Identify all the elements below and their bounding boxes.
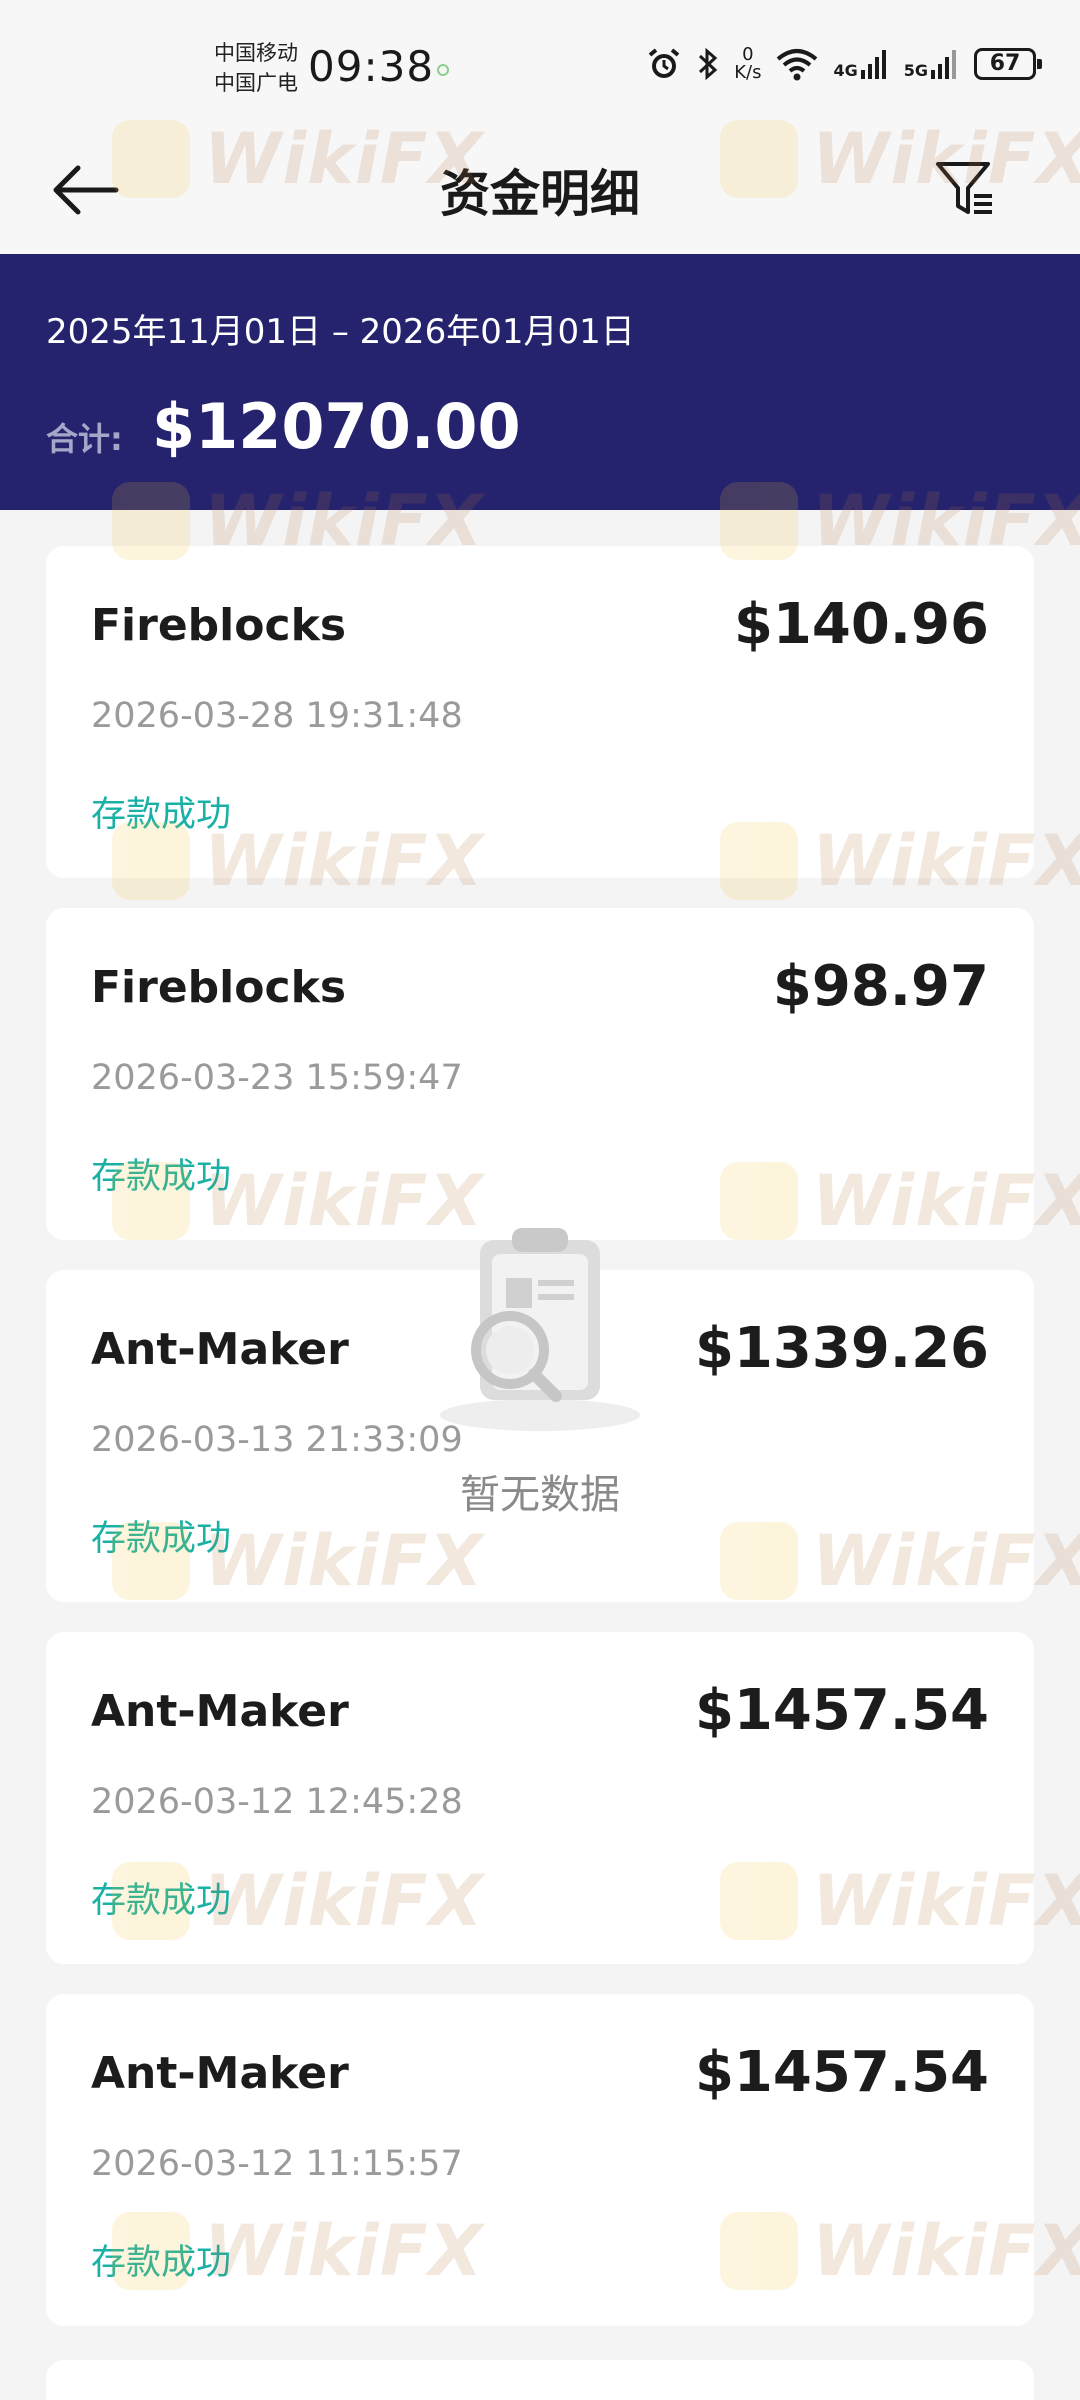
transaction-card-partial[interactable] xyxy=(46,2360,1034,2400)
merchant-name: Fireblocks xyxy=(91,962,347,1013)
page-title: 资金明细 xyxy=(440,165,640,223)
transaction-datetime: 2026-03-12 12:45:28 xyxy=(91,1782,463,1822)
app-header: 资金明细 xyxy=(0,128,1080,254)
transaction-card[interactable]: Fireblocks $98.97 2026-03-23 15:59:47 存款… xyxy=(46,908,1034,1240)
transaction-datetime: 2026-03-12 11:15:57 xyxy=(91,2144,463,2184)
signal-4g-label: 4G xyxy=(833,61,858,80)
merchant-name: Ant-Maker xyxy=(91,1686,349,1737)
transaction-datetime: 2026-03-28 19:31:48 xyxy=(91,696,463,736)
transaction-status: 存款成功 xyxy=(91,2243,232,2283)
status-bar: 中国移动 中国广电 09:38 0 K/s 4G 5G 67 xyxy=(0,0,1080,128)
net-speed: 0 K/s xyxy=(734,46,761,82)
signal-5g-label: 5G xyxy=(903,61,928,80)
empty-state-text: 暂无数据 xyxy=(460,1472,620,1518)
transaction-amount: $1457.54 xyxy=(694,1678,989,1743)
transaction-list: Fireblocks $140.96 2026-03-28 19:31:48 存… xyxy=(46,546,1034,2356)
net-speed-unit: K/s xyxy=(734,62,762,83)
signal-icon xyxy=(931,50,956,79)
transaction-status: 存款成功 xyxy=(91,795,232,835)
transaction-card[interactable]: Fireblocks $140.96 2026-03-28 19:31:48 存… xyxy=(46,546,1034,878)
carrier-1: 中国移动 xyxy=(214,41,298,65)
transaction-card[interactable]: Ant-Maker $1339.26 2026-03-13 21:33:09 存… xyxy=(46,1270,1034,1602)
total-label: 合计: xyxy=(46,420,123,458)
transaction-status: 存款成功 xyxy=(91,1157,232,1197)
transaction-amount: $1457.54 xyxy=(694,2040,989,2105)
merchant-name: Fireblocks xyxy=(91,600,347,651)
indicator-dot-icon xyxy=(437,64,449,76)
carrier-names: 中国移动 中国广电 xyxy=(214,38,298,98)
signal-5g: 5G xyxy=(904,48,960,80)
transaction-datetime: 2026-03-23 15:59:47 xyxy=(91,1058,463,1098)
transaction-status: 存款成功 xyxy=(91,1881,232,1921)
transaction-status: 存款成功 xyxy=(91,1519,232,1559)
battery-icon: 67 xyxy=(974,48,1042,80)
signal-icon xyxy=(860,50,886,79)
date-range[interactable]: 2025年11月01日 – 2026年01月01日 xyxy=(46,304,635,353)
transaction-card[interactable]: Ant-Maker $1457.54 2026-03-12 12:45:28 存… xyxy=(46,1632,1034,1964)
filter-icon[interactable] xyxy=(934,158,996,222)
transaction-amount: $98.97 xyxy=(772,954,989,1019)
summary-banner: 2025年11月01日 – 2026年01月01日 合计: $12070.00 xyxy=(0,254,1080,510)
status-time: 09:38 xyxy=(308,42,435,91)
bluetooth-icon xyxy=(699,47,718,81)
signal-4g: 4G xyxy=(833,48,889,80)
total-value: $12070.00 xyxy=(152,390,521,463)
carrier-2: 中国广电 xyxy=(214,71,298,95)
transaction-card[interactable]: Ant-Maker $1457.54 2026-03-12 11:15:57 存… xyxy=(46,1994,1034,2326)
transaction-amount: $1339.26 xyxy=(694,1316,989,1381)
merchant-name: Ant-Maker xyxy=(91,1324,349,1375)
alarm-icon xyxy=(648,48,680,78)
merchant-name: Ant-Maker xyxy=(91,2048,349,2099)
wifi-icon xyxy=(777,49,818,81)
status-icons: 0 K/s 4G 5G 67 xyxy=(646,46,1042,82)
transaction-datetime: 2026-03-13 21:33:09 xyxy=(91,1420,463,1460)
transaction-amount: $140.96 xyxy=(733,592,989,657)
